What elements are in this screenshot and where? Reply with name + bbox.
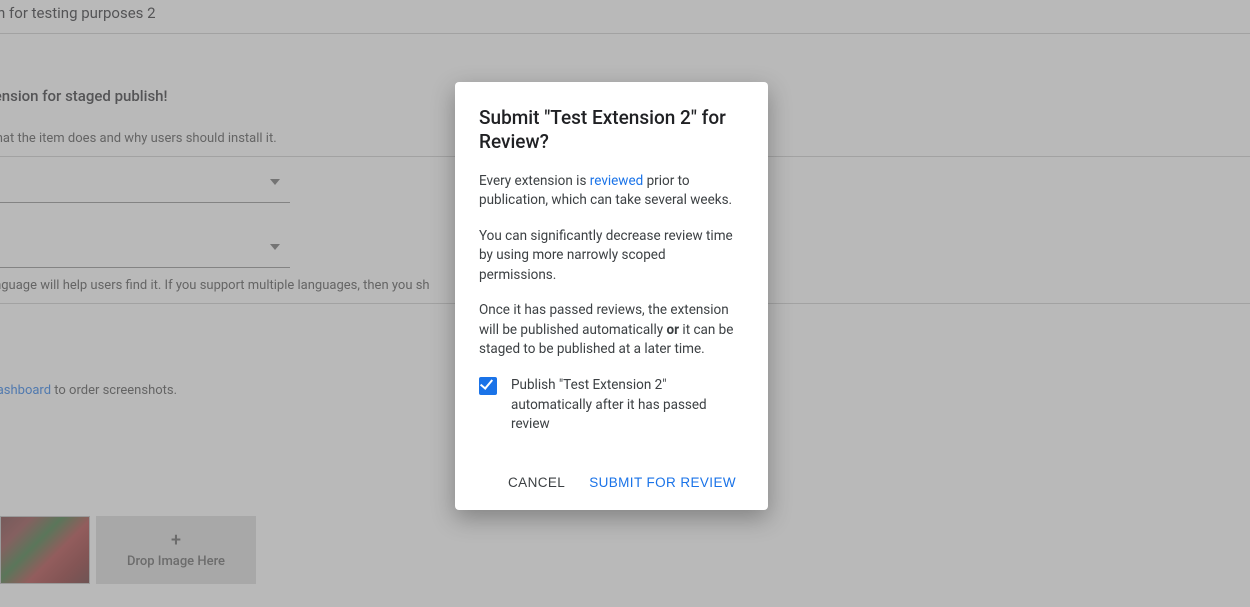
dialog-actions: CANCEL SUBMIT FOR REVIEW [479,467,744,498]
text-bold: or [666,322,679,338]
text: Every extension is [479,173,590,189]
dialog-paragraph-1: Every extension is reviewed prior to pub… [479,172,744,211]
dialog-paragraph-2: You can significantly decrease review ti… [479,227,744,286]
auto-publish-label: Publish "Test Extension 2" automatically… [511,376,744,435]
auto-publish-option[interactable]: Publish "Test Extension 2" automatically… [479,376,744,435]
cancel-button[interactable]: CANCEL [500,467,573,498]
submit-review-dialog: Submit "Test Extension 2" for Review? Ev… [455,82,768,510]
submit-for-review-button[interactable]: SUBMIT FOR REVIEW [581,467,744,498]
dialog-paragraph-3: Once it has passed reviews, the extensio… [479,301,744,360]
dialog-title: Submit "Test Extension 2" for Review? [479,106,744,154]
checkbox-checked-icon[interactable] [479,377,497,395]
reviewed-link[interactable]: reviewed [590,173,643,189]
